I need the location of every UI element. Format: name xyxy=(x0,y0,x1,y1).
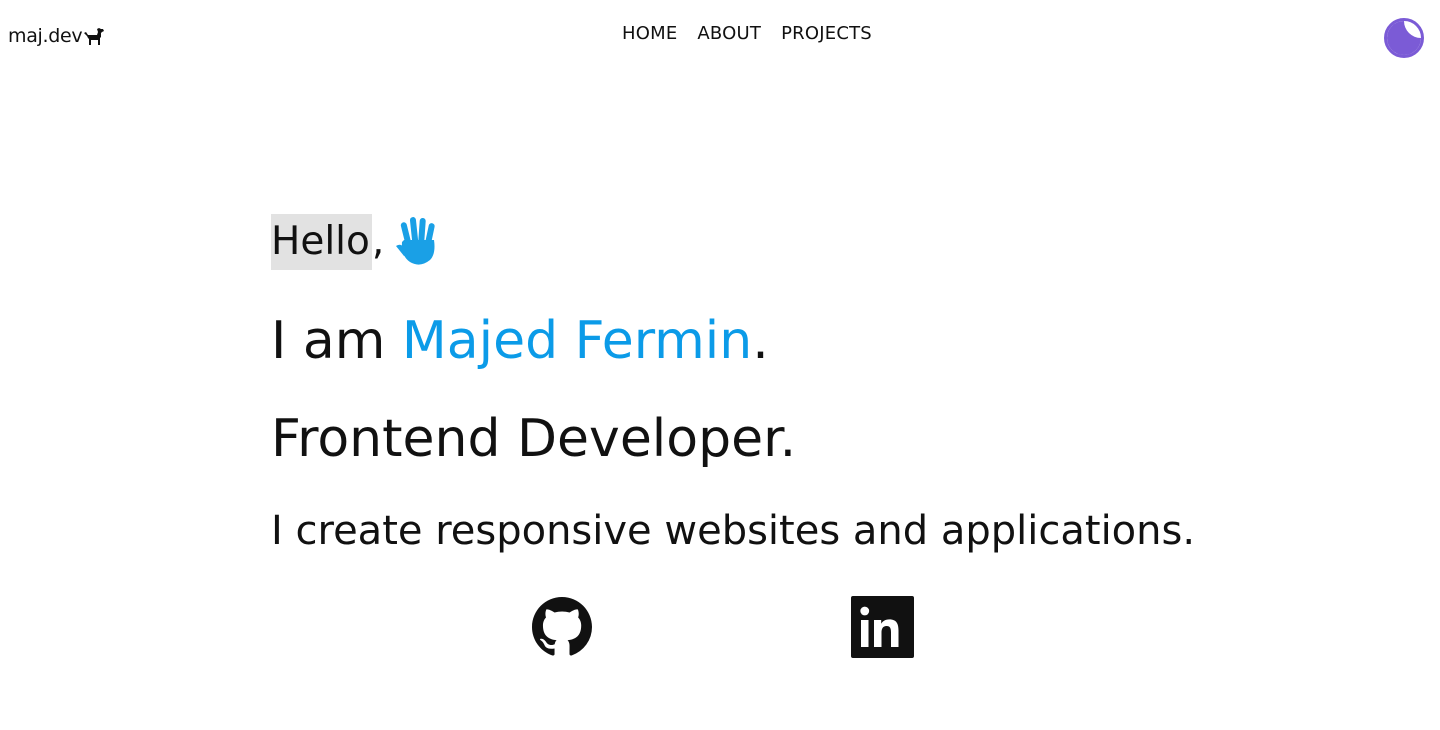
role-title: Frontend Developer. xyxy=(271,409,797,469)
greeting-line: Hello, xyxy=(271,214,438,270)
nav-projects-link[interactable]: PROJECTS xyxy=(779,23,874,44)
nav-about-link[interactable]: ABOUT xyxy=(695,23,763,44)
tagline: I create responsive websites and applica… xyxy=(271,508,1196,554)
greeting-text: Hello xyxy=(271,214,372,270)
logo-text: maj.dev xyxy=(8,25,83,47)
github-link[interactable] xyxy=(532,597,592,657)
intro-suffix: . xyxy=(752,311,769,371)
intro-line: I am Majed Fermin. xyxy=(271,309,769,373)
nav-home-link[interactable]: HOME xyxy=(620,23,679,44)
github-icon xyxy=(532,597,592,656)
main-nav: HOME ABOUT PROJECTS xyxy=(620,23,874,44)
site-header: maj.dev HOME ABOUT PROJECTS xyxy=(0,0,1440,72)
moon-icon xyxy=(1384,18,1424,58)
dog-icon xyxy=(84,28,105,45)
site-logo[interactable]: maj.dev xyxy=(8,23,105,49)
developer-name: Majed Fermin xyxy=(401,311,753,371)
greeting-comma: , xyxy=(371,219,385,264)
theme-toggle-button[interactable] xyxy=(1384,18,1424,58)
linkedin-link[interactable] xyxy=(851,596,914,658)
waving-hand-icon xyxy=(396,217,435,265)
linkedin-icon xyxy=(851,596,914,658)
intro-prefix: I am xyxy=(271,311,402,371)
